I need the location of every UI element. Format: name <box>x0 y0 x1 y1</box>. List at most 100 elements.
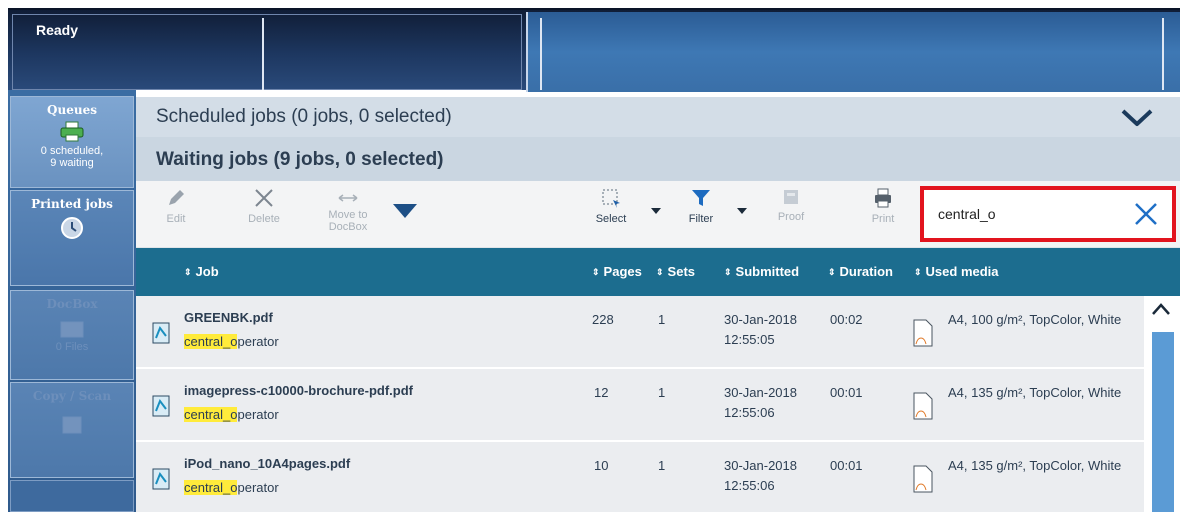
printer-icon <box>60 121 84 142</box>
printer-status-label: Ready <box>36 22 79 38</box>
job-pages: 10 <box>594 458 609 473</box>
folder-icon <box>60 321 84 338</box>
column-pages[interactable]: ⇕ Pages <box>592 264 642 279</box>
nav-printed-jobs[interactable]: Printed jobs <box>10 190 134 286</box>
pdf-document-icon <box>152 322 170 344</box>
job-submitted-date: 30-Jan-2018 <box>724 385 797 400</box>
pdf-document-icon <box>152 395 170 417</box>
pdf-document-icon <box>152 468 170 490</box>
job-submitted-date: 30-Jan-2018 <box>724 458 797 473</box>
column-used-media-label: Used media <box>925 264 999 279</box>
printer-icon <box>875 188 891 208</box>
select-icon <box>602 189 620 208</box>
media-sheet-icon <box>913 319 933 347</box>
delete-button[interactable]: Delete <box>236 187 292 225</box>
table-row[interactable]: imagepress-c10000-brochure-pdf.pdf centr… <box>136 369 1144 441</box>
scheduled-jobs-header[interactable]: Scheduled jobs (0 jobs, 0 selected) <box>136 97 1180 137</box>
column-sets[interactable]: ⇕ Sets <box>656 264 695 279</box>
move-line2-label: DocBox <box>328 221 368 233</box>
status-divider <box>540 18 542 90</box>
delete-label: Delete <box>248 213 280 225</box>
column-submitted[interactable]: ⇕ Submitted <box>724 264 799 279</box>
job-duration: 00:02 <box>830 312 863 327</box>
select-dropdown-icon[interactable] <box>650 207 662 215</box>
queues-waiting-count: 9 waiting <box>50 157 94 169</box>
move-to-docbox-button[interactable]: Move to DocBox <box>320 187 376 233</box>
select-button[interactable]: Select <box>586 187 636 225</box>
queues-scheduled-count: 0 scheduled, <box>40 145 104 157</box>
column-job[interactable]: ⇕ Job <box>184 264 219 279</box>
move-line1-label: Move to <box>328 209 368 221</box>
job-name: GREENBK.pdf <box>184 310 273 325</box>
nav-printed-jobs-label: Printed jobs <box>31 197 113 211</box>
column-used-media[interactable]: ⇕ Used media <box>914 264 999 279</box>
proof-label: Proof <box>777 211 805 223</box>
nav-docbox[interactable]: DocBox 0 Files <box>10 290 134 380</box>
edit-button[interactable]: Edit <box>148 187 204 225</box>
job-owner: central_operator <box>184 407 279 422</box>
job-owner: central_operator <box>184 334 279 349</box>
search-value: central_o <box>938 206 996 222</box>
column-duration[interactable]: ⇕ Duration <box>828 264 893 279</box>
scrollbar-thumb[interactable] <box>1152 332 1174 512</box>
job-sets: 1 <box>658 385 666 400</box>
search-match-highlight: central_o <box>184 480 238 495</box>
nav-copy-scan-label: Copy / Scan <box>32 389 112 403</box>
filter-button[interactable]: Filter <box>676 187 726 225</box>
nav-copy-scan[interactable]: Copy / Scan <box>10 382 134 478</box>
triangle-down-icon[interactable] <box>392 203 418 219</box>
column-pages-label: Pages <box>603 264 642 279</box>
column-submitted-label: Submitted <box>735 264 800 279</box>
status-panel[interactable] <box>12 14 522 90</box>
column-sets-label: Sets <box>667 264 696 279</box>
nav-queues-label: Queues <box>47 103 97 117</box>
job-submitted-date: 30-Jan-2018 <box>724 312 797 327</box>
job-submitted-time: 12:55:06 <box>724 478 775 493</box>
job-name: imagepress-c10000-brochure-pdf.pdf <box>184 383 414 398</box>
job-owner: central_operator <box>184 480 279 495</box>
job-duration: 00:01 <box>830 385 863 400</box>
search-match-highlight: central_o <box>184 334 238 349</box>
job-media: A4, 100 g/m², TopColor, White <box>948 312 1122 327</box>
jobs-table-header: ⇕ Job ⇕ Pages ⇕ Sets ⇕ Submitted ⇕ Duration ⇕… <box>136 248 1180 296</box>
chevron-down-icon[interactable] <box>1120 108 1154 128</box>
status-details-panel[interactable] <box>526 12 1180 92</box>
job-media: A4, 135 g/m², TopColor, White <box>948 458 1122 473</box>
select-label: Select <box>595 213 627 225</box>
waiting-jobs-header[interactable]: Waiting jobs (9 jobs, 0 selected) <box>136 137 1180 181</box>
scanner-icon <box>62 416 82 434</box>
scheduled-jobs-title: Scheduled jobs (0 jobs, 0 selected) <box>156 106 452 127</box>
proof-button[interactable]: Proof <box>766 187 816 223</box>
status-divider <box>262 18 264 90</box>
close-icon <box>255 189 273 207</box>
chevron-up-icon[interactable] <box>1150 300 1172 318</box>
left-navigation: Queues 0 scheduled, 9 waiting Printed jo… <box>8 90 136 512</box>
print-button[interactable]: Print <box>858 187 908 225</box>
table-scrollbar[interactable] <box>1144 296 1180 512</box>
proof-icon <box>784 190 798 204</box>
job-pages: 12 <box>594 385 609 400</box>
column-duration-label: Duration <box>839 264 893 279</box>
docbox-file-count: 0 Files <box>55 341 89 353</box>
nav-more[interactable] <box>10 480 134 512</box>
job-submitted-time: 12:55:06 <box>724 405 775 420</box>
job-name: iPod_nano_10A4pages.pdf <box>184 456 351 471</box>
funnel-icon <box>692 190 710 206</box>
job-submitted-time: 12:55:05 <box>724 332 775 347</box>
clear-search-icon[interactable] <box>1132 199 1160 229</box>
search-input[interactable]: central_o <box>920 186 1176 242</box>
history-icon <box>61 217 83 239</box>
nav-queues[interactable]: Queues 0 scheduled, 9 waiting <box>10 96 134 188</box>
table-row[interactable]: GREENBK.pdf central_operator 228 1 30-Ja… <box>136 296 1144 368</box>
job-submitted: 30-Jan-2018 12:55:06 <box>724 456 797 496</box>
media-sheet-icon <box>913 392 933 420</box>
filter-dropdown-icon[interactable] <box>736 207 748 215</box>
search-match-highlight: central_o <box>184 407 238 422</box>
arrows-horizontal-icon <box>338 194 358 202</box>
owner-rest: perator <box>237 480 279 495</box>
table-row[interactable]: iPod_nano_10A4pages.pdf central_operator… <box>136 442 1144 512</box>
pencil-icon <box>169 190 184 205</box>
nav-docbox-label: DocBox <box>46 297 98 311</box>
waiting-jobs-title: Waiting jobs (9 jobs, 0 selected) <box>156 149 444 170</box>
status-divider <box>1162 18 1164 90</box>
